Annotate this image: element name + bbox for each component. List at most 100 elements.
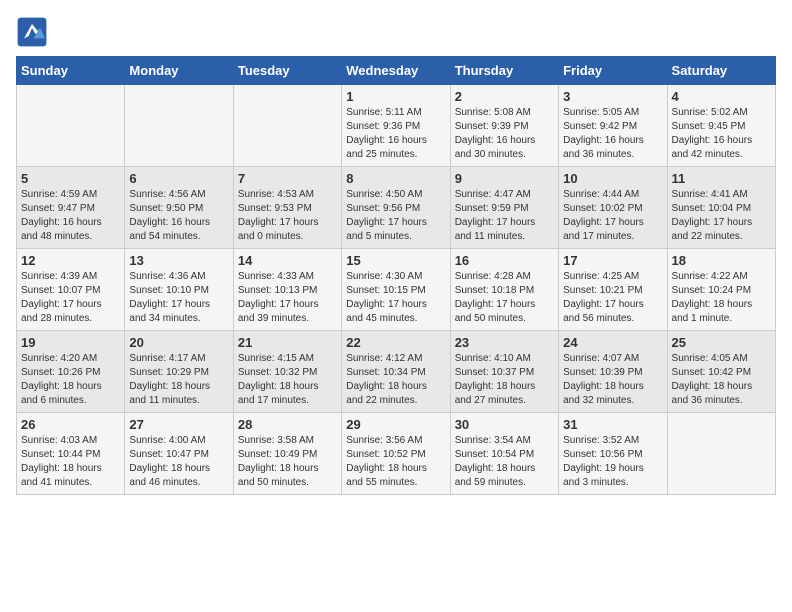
- day-info: Sunrise: 4:03 AMSunset: 10:44 PMDaylight…: [21, 435, 102, 488]
- day-number: 22: [346, 335, 445, 350]
- day-number: 20: [129, 335, 228, 350]
- day-info: Sunrise: 3:58 AMSunset: 10:49 PMDaylight…: [238, 435, 319, 488]
- day-info: Sunrise: 4:00 AMSunset: 10:47 PMDaylight…: [129, 435, 210, 488]
- weekday-header-friday: Friday: [559, 57, 667, 85]
- calendar-body: 1 Sunrise: 5:11 AMSunset: 9:36 PMDaylight…: [17, 85, 776, 495]
- day-info: Sunrise: 4:10 AMSunset: 10:37 PMDaylight…: [455, 353, 536, 406]
- calendar-cell: 23Sunrise: 4:10 AMSunset: 10:37 PMDaylig…: [450, 331, 558, 413]
- day-info: Sunrise: 4:33 AMSunset: 10:13 PMDaylight…: [238, 271, 319, 324]
- calendar-table: SundayMondayTuesdayWednesdayThursdayFrid…: [16, 56, 776, 495]
- weekday-header-sunday: Sunday: [17, 57, 125, 85]
- day-number: 13: [129, 253, 228, 268]
- day-info: Sunrise: 4:39 AMSunset: 10:07 PMDaylight…: [21, 271, 102, 324]
- day-info: Sunrise: 4:30 AMSunset: 10:15 PMDaylight…: [346, 271, 427, 324]
- week-row-4: 19 Sunrise: 4:20 AMSunset: 10:26 PMDaylig…: [17, 331, 776, 413]
- calendar-cell: [233, 85, 341, 167]
- day-info: Sunrise: 5:08 AMSunset: 9:39 PMDaylight:…: [455, 107, 536, 160]
- day-number: 24: [563, 335, 662, 350]
- calendar-cell: 11 Sunrise: 4:41 AMSunset: 10:04 PMDaylig…: [667, 167, 775, 249]
- calendar-cell: 19 Sunrise: 4:20 AMSunset: 10:26 PMDaylig…: [17, 331, 125, 413]
- day-number: 8: [346, 171, 445, 186]
- day-info: Sunrise: 4:05 AMSunset: 10:42 PMDaylight…: [672, 353, 753, 406]
- logo: [16, 16, 52, 48]
- calendar-cell: 27 Sunrise: 4:00 AMSunset: 10:47 PMDaylig…: [125, 413, 233, 495]
- calendar-cell: 2 Sunrise: 5:08 AMSunset: 9:39 PMDaylight…: [450, 85, 558, 167]
- day-info: Sunrise: 3:52 AMSunset: 10:56 PMDaylight…: [563, 435, 644, 488]
- day-info: Sunrise: 4:41 AMSunset: 10:04 PMDaylight…: [672, 189, 753, 242]
- day-number: 11: [672, 171, 771, 186]
- calendar-cell: 13 Sunrise: 4:36 AMSunset: 10:10 PMDaylig…: [125, 249, 233, 331]
- calendar-cell: 9Sunrise: 4:47 AMSunset: 9:59 PMDaylight…: [450, 167, 558, 249]
- calendar-cell: 14Sunrise: 4:33 AMSunset: 10:13 PMDaylig…: [233, 249, 341, 331]
- calendar-cell: 24 Sunrise: 4:07 AMSunset: 10:39 PMDaylig…: [559, 331, 667, 413]
- day-info: Sunrise: 4:36 AMSunset: 10:10 PMDaylight…: [129, 271, 210, 324]
- day-number: 4: [672, 89, 771, 104]
- day-number: 30: [455, 417, 554, 432]
- calendar-cell: 20 Sunrise: 4:17 AMSunset: 10:29 PMDaylig…: [125, 331, 233, 413]
- day-info: Sunrise: 4:07 AMSunset: 10:39 PMDaylight…: [563, 353, 644, 406]
- day-info: Sunrise: 5:05 AMSunset: 9:42 PMDaylight:…: [563, 107, 644, 160]
- day-info: Sunrise: 3:56 AMSunset: 10:52 PMDaylight…: [346, 435, 427, 488]
- calendar-cell: 7 Sunrise: 4:53 AMSunset: 9:53 PMDaylight…: [233, 167, 341, 249]
- calendar-cell: 28 Sunrise: 3:58 AMSunset: 10:49 PMDaylig…: [233, 413, 341, 495]
- calendar-cell: 17 Sunrise: 4:25 AMSunset: 10:21 PMDaylig…: [559, 249, 667, 331]
- day-info: Sunrise: 4:15 AMSunset: 10:32 PMDaylight…: [238, 353, 319, 406]
- calendar-cell: 29 Sunrise: 3:56 AMSunset: 10:52 PMDaylig…: [342, 413, 450, 495]
- calendar-cell: 1 Sunrise: 5:11 AMSunset: 9:36 PMDaylight…: [342, 85, 450, 167]
- weekday-header-thursday: Thursday: [450, 57, 558, 85]
- calendar-cell: 5 Sunrise: 4:59 AMSunset: 9:47 PMDaylight…: [17, 167, 125, 249]
- weekday-header-wednesday: Wednesday: [342, 57, 450, 85]
- day-info: Sunrise: 4:12 AMSunset: 10:34 PMDaylight…: [346, 353, 427, 406]
- day-number: 10: [563, 171, 662, 186]
- weekday-header-row: SundayMondayTuesdayWednesdayThursdayFrid…: [17, 57, 776, 85]
- calendar-cell: 16Sunrise: 4:28 AMSunset: 10:18 PMDaylig…: [450, 249, 558, 331]
- calendar-cell: 30 Sunrise: 3:54 AMSunset: 10:54 PMDaylig…: [450, 413, 558, 495]
- day-number: 3: [563, 89, 662, 104]
- day-info: Sunrise: 4:22 AMSunset: 10:24 PMDaylight…: [672, 271, 753, 324]
- day-info: Sunrise: 5:11 AMSunset: 9:36 PMDaylight:…: [346, 107, 427, 160]
- day-info: Sunrise: 4:47 AMSunset: 9:59 PMDaylight:…: [455, 189, 536, 242]
- day-number: 5: [21, 171, 120, 186]
- day-info: Sunrise: 4:50 AMSunset: 9:56 PMDaylight:…: [346, 189, 427, 242]
- logo-icon: [16, 16, 48, 48]
- weekday-header-tuesday: Tuesday: [233, 57, 341, 85]
- day-number: 28: [238, 417, 337, 432]
- calendar-cell: 26 Sunrise: 4:03 AMSunset: 10:44 PMDaylig…: [17, 413, 125, 495]
- calendar-cell: 8 Sunrise: 4:50 AMSunset: 9:56 PMDaylight…: [342, 167, 450, 249]
- day-info: Sunrise: 3:54 AMSunset: 10:54 PMDaylight…: [455, 435, 536, 488]
- day-number: 18: [672, 253, 771, 268]
- day-number: 19: [21, 335, 120, 350]
- day-info: Sunrise: 4:20 AMSunset: 10:26 PMDaylight…: [21, 353, 102, 406]
- calendar-cell: 12Sunrise: 4:39 AMSunset: 10:07 PMDaylig…: [17, 249, 125, 331]
- day-number: 29: [346, 417, 445, 432]
- day-number: 1: [346, 89, 445, 104]
- week-row-3: 12Sunrise: 4:39 AMSunset: 10:07 PMDaylig…: [17, 249, 776, 331]
- day-number: 27: [129, 417, 228, 432]
- calendar-cell: 15 Sunrise: 4:30 AMSunset: 10:15 PMDaylig…: [342, 249, 450, 331]
- day-number: 7: [238, 171, 337, 186]
- page-header: [16, 16, 776, 48]
- day-number: 6: [129, 171, 228, 186]
- day-info: Sunrise: 4:53 AMSunset: 9:53 PMDaylight:…: [238, 189, 319, 242]
- day-number: 2: [455, 89, 554, 104]
- calendar-cell: [125, 85, 233, 167]
- calendar-cell: 31 Sunrise: 3:52 AMSunset: 10:56 PMDaylig…: [559, 413, 667, 495]
- day-info: Sunrise: 4:25 AMSunset: 10:21 PMDaylight…: [563, 271, 644, 324]
- day-info: Sunrise: 4:59 AMSunset: 9:47 PMDaylight:…: [21, 189, 102, 242]
- week-row-2: 5 Sunrise: 4:59 AMSunset: 9:47 PMDaylight…: [17, 167, 776, 249]
- day-number: 31: [563, 417, 662, 432]
- day-info: Sunrise: 4:56 AMSunset: 9:50 PMDaylight:…: [129, 189, 210, 242]
- day-info: Sunrise: 4:17 AMSunset: 10:29 PMDaylight…: [129, 353, 210, 406]
- calendar-cell: 6 Sunrise: 4:56 AMSunset: 9:50 PMDaylight…: [125, 167, 233, 249]
- calendar-cell: 3 Sunrise: 5:05 AMSunset: 9:42 PMDaylight…: [559, 85, 667, 167]
- day-number: 16: [455, 253, 554, 268]
- week-row-5: 26 Sunrise: 4:03 AMSunset: 10:44 PMDaylig…: [17, 413, 776, 495]
- day-number: 21: [238, 335, 337, 350]
- day-number: 26: [21, 417, 120, 432]
- day-number: 15: [346, 253, 445, 268]
- day-number: 25: [672, 335, 771, 350]
- day-number: 17: [563, 253, 662, 268]
- calendar-cell: [667, 413, 775, 495]
- calendar-cell: 10Sunrise: 4:44 AMSunset: 10:02 PMDaylig…: [559, 167, 667, 249]
- weekday-header-saturday: Saturday: [667, 57, 775, 85]
